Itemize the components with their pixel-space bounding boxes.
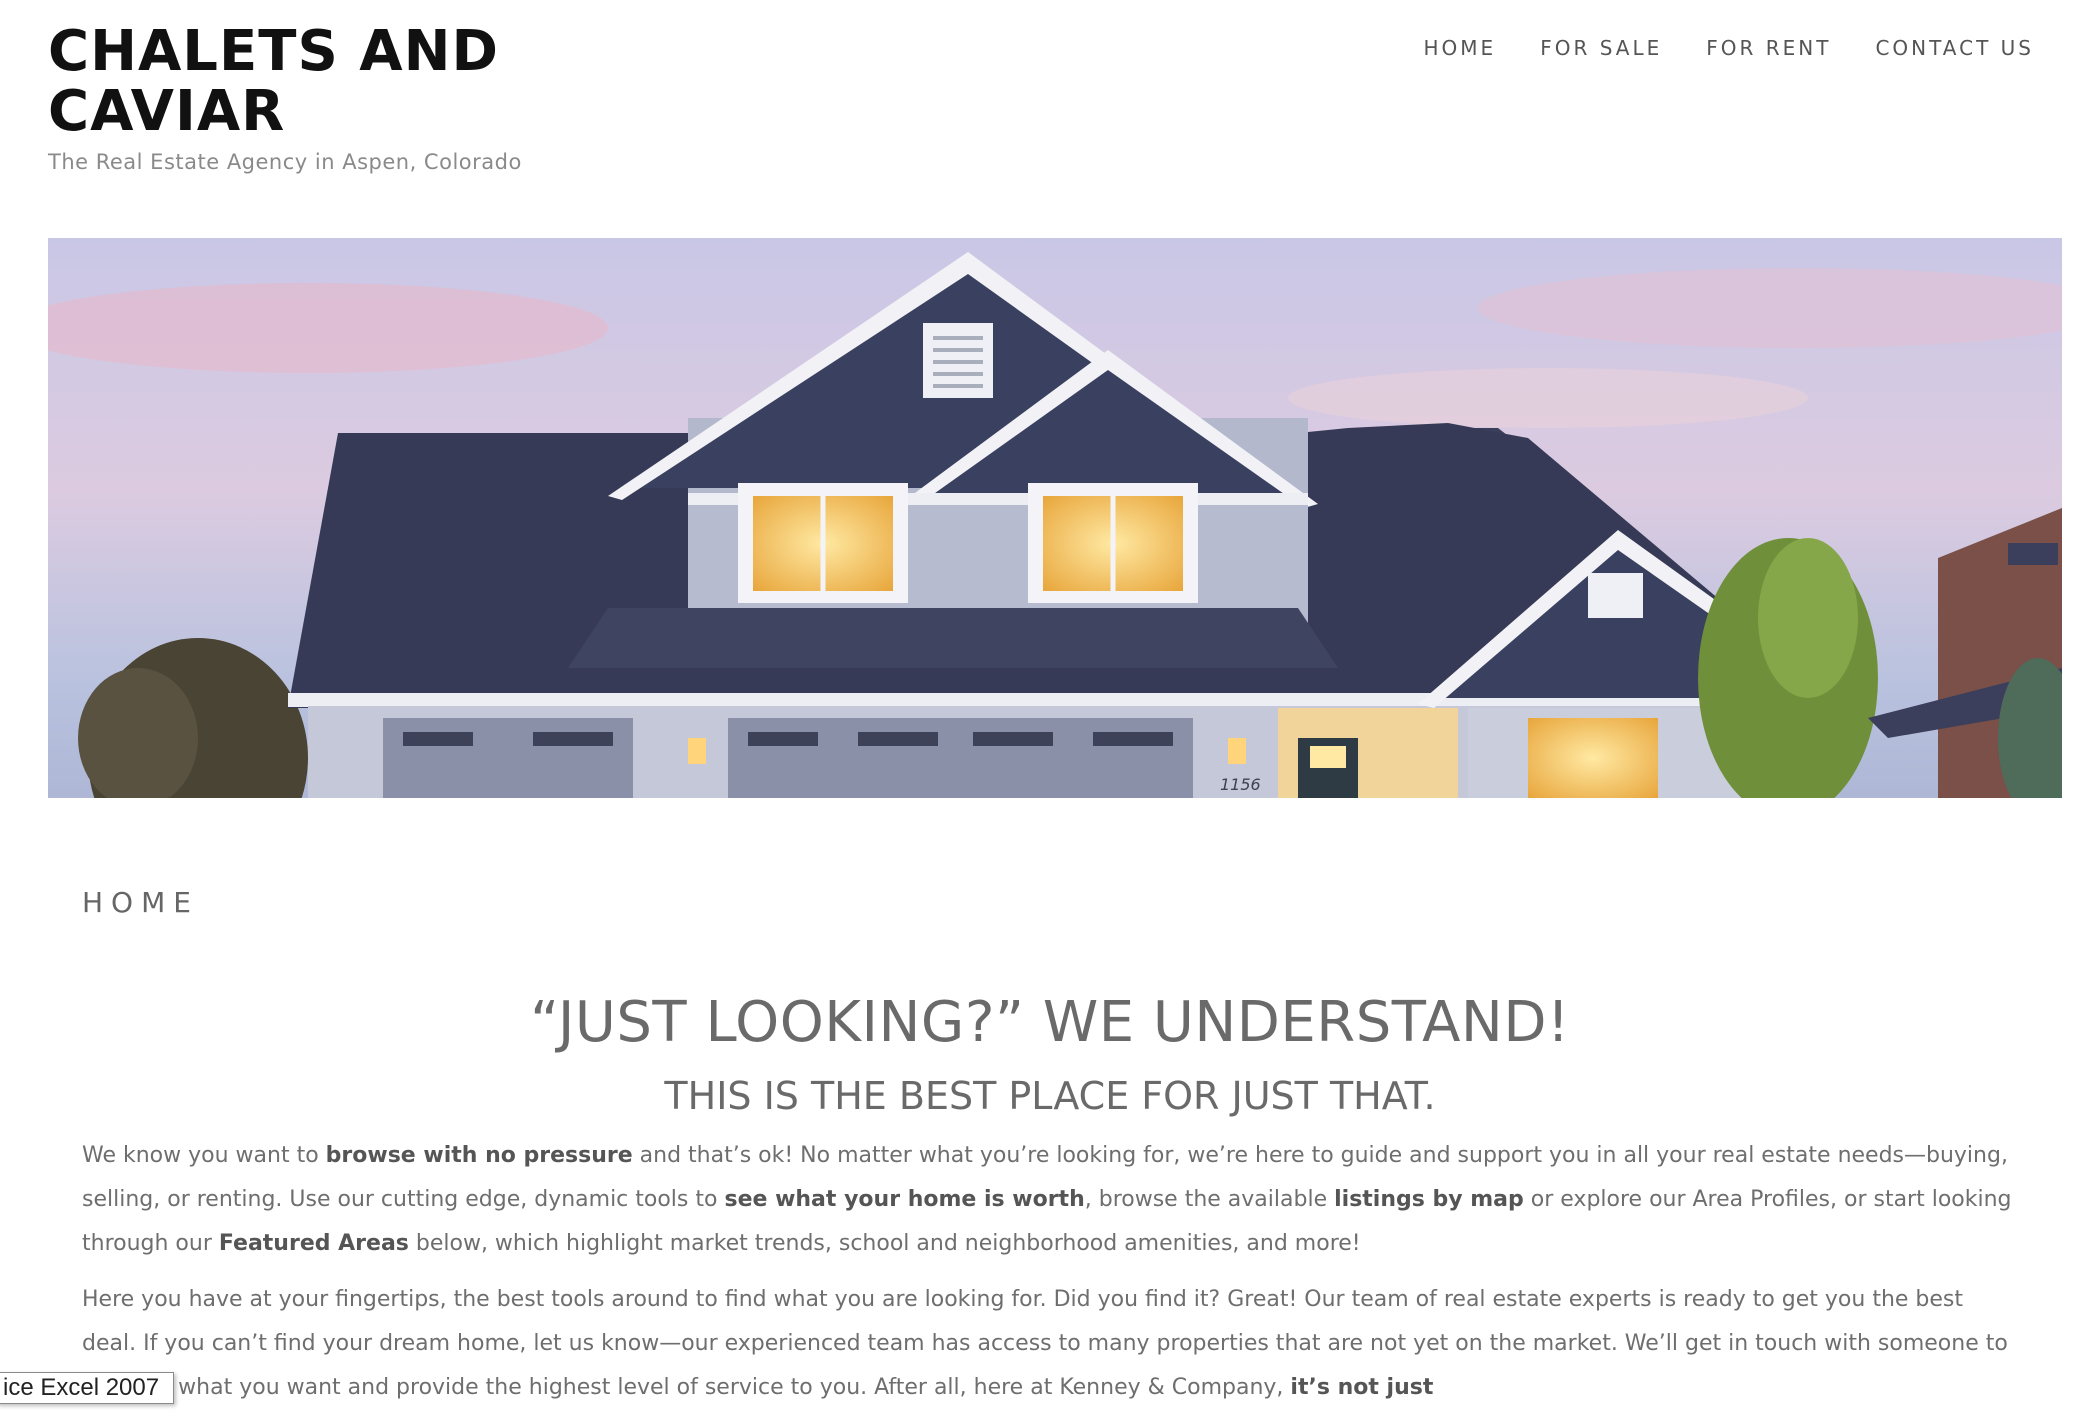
hero-image: 1156 [48, 238, 2062, 798]
site-title[interactable]: CHALETS AND CAVIAR [48, 22, 608, 142]
intro-paragraph-1: We know you want to browse with no press… [82, 1134, 2022, 1266]
intro-paragraph-2: Here you have at your fingertips, the be… [82, 1278, 2022, 1410]
link-featured-areas[interactable]: Featured Areas [219, 1231, 409, 1256]
subheadline: THIS IS THE BEST PLACE FOR JUST THAT. [664, 1074, 1436, 1118]
text-run: Here you have at your fingertips, the be… [82, 1287, 2008, 1400]
nav-for-sale[interactable]: FOR SALE [1540, 36, 1662, 60]
house-illustration: 1156 [48, 238, 2062, 798]
headline: “JUST LOOKING?” WE UNDERSTAND! [530, 990, 1570, 1055]
nav-contact-us[interactable]: CONTACT US [1875, 36, 2034, 60]
intro-text: We know you want to browse with no press… [82, 1134, 2022, 1422]
link-listings-by-map[interactable]: listings by map [1334, 1187, 1524, 1212]
link-home-worth[interactable]: see what your home is worth [724, 1187, 1084, 1212]
site-tagline: The Real Estate Agency in Aspen, Colorad… [48, 150, 522, 174]
emphasis-browse: browse with no pressure [325, 1143, 633, 1168]
nav-for-rent[interactable]: FOR RENT [1706, 36, 1831, 60]
house-number: 1156 [1220, 775, 1261, 794]
text-run: , browse the available [1084, 1187, 1335, 1212]
text-run: below, which highlight market trends, sc… [408, 1231, 1361, 1256]
tooltip: ice Excel 2007 [0, 1372, 175, 1404]
main-nav: HOME FOR SALE FOR RENT CONTACT US [1424, 36, 2034, 60]
page-heading: HOME [82, 886, 199, 919]
nav-home[interactable]: HOME [1424, 36, 1497, 60]
emphasis-not-just: it’s not just [1290, 1375, 1434, 1400]
text-run: We know you want to [82, 1143, 326, 1168]
